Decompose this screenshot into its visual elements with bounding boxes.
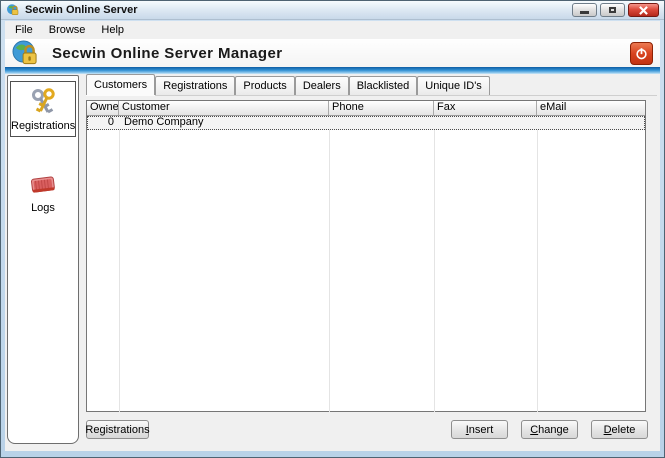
sidebar-item-registrations[interactable]: Registrations [10,81,76,137]
table-body: 0 Demo Company [87,116,645,412]
titlebar: Secwin Online Server [1,1,664,20]
app-header: Secwin Online Server Manager [5,39,660,67]
menu-help[interactable]: Help [93,22,132,38]
tab-customers[interactable]: Customers [86,74,155,95]
minimize-icon [580,11,589,14]
tab-bar: Customers Registrations Products Dealers… [86,76,657,96]
column-header-email[interactable]: eMail [537,101,645,115]
close-icon [639,6,648,15]
tab-unique-ids[interactable]: Unique ID's [417,76,490,95]
app-window: Secwin Online Server File Browse Help [0,0,665,458]
menu-file[interactable]: File [7,22,41,38]
column-separator [119,116,120,412]
column-header-fax[interactable]: Fax [434,101,537,115]
column-separator [329,116,330,412]
red-notebook-icon [11,167,75,201]
minimize-button[interactable] [572,3,597,17]
delete-button[interactable]: Delete [591,420,648,439]
column-header-phone[interactable]: Phone [329,101,434,115]
keys-icon [11,85,75,119]
change-button[interactable]: Change [521,420,578,439]
restore-icon [609,7,616,13]
cell-owner: 0 [87,116,119,130]
table-header: Owner Customer Phone Fax eMail [87,101,645,116]
tab-blacklisted[interactable]: Blacklisted [349,76,418,95]
app-icon [6,3,20,17]
tab-dealers[interactable]: Dealers [295,76,349,95]
page-title: Secwin Online Server Manager [52,45,282,62]
sidebar-item-logs[interactable]: Logs [10,163,76,219]
cell-phone [329,116,434,130]
main-panel: Customers Registrations Products Dealers… [86,76,657,451]
sidebar: Registrations Logs [7,75,79,444]
sidebar-item-label: Registrations [11,120,75,132]
sidebar-item-label: Logs [11,202,75,214]
content: Registrations Logs [5,74,660,451]
cell-customer: Demo Company [119,116,329,130]
client-area: File Browse Help Secwin Online Server Ma… [5,21,660,451]
change-button-label: Change [530,424,569,436]
column-separator [434,116,435,412]
insert-button[interactable]: Insert [451,420,508,439]
tab-products[interactable]: Products [235,76,294,95]
cell-email [537,116,645,130]
restore-button[interactable] [600,3,625,17]
window-title: Secwin Online Server [25,4,138,16]
column-header-customer[interactable]: Customer [119,101,329,115]
column-separator [537,116,538,412]
insert-button-label: Insert [466,424,494,436]
registrations-button[interactable]: Registrations [86,420,149,439]
power-off-icon [634,46,649,61]
column-header-owner[interactable]: Owner [87,101,119,115]
cell-fax [434,116,537,130]
menubar: File Browse Help [5,21,660,39]
table-row[interactable]: 0 Demo Company [87,116,645,130]
registrations-button-label: Registrations [85,424,149,436]
customers-table: Owner Customer Phone Fax eMail 0 Demo [86,100,646,412]
header-divider [5,67,660,74]
window-controls [572,3,664,17]
close-button[interactable] [628,3,659,17]
exit-power-button[interactable] [630,42,653,65]
tab-registrations[interactable]: Registrations [155,76,235,95]
delete-button-label: Delete [604,424,636,436]
menu-browse[interactable]: Browse [41,22,94,38]
globe-lock-icon [12,40,39,66]
